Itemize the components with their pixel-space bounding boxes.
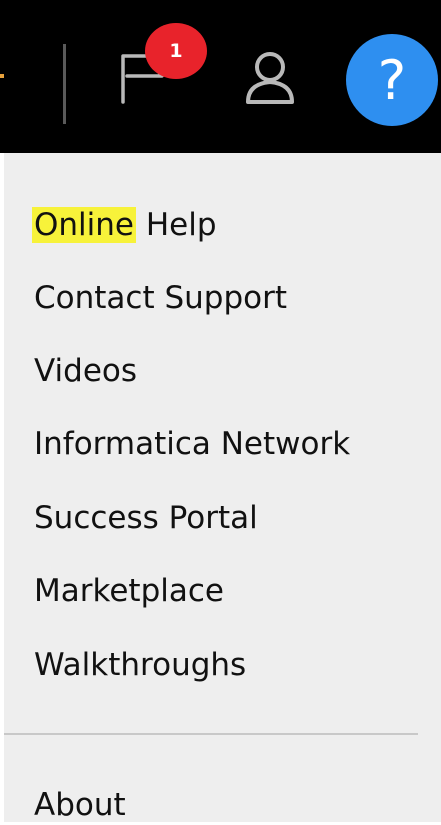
menu-item-about[interactable]: About	[34, 785, 126, 825]
menu-item-contact-support[interactable]: Contact Support	[34, 278, 287, 318]
menu-item-label: Help	[136, 207, 217, 243]
app-switcher-edge	[0, 74, 4, 78]
menu-item-videos[interactable]: Videos	[34, 351, 137, 391]
top-navigation-bar: 1 ?	[0, 0, 441, 153]
search-highlight: Online	[32, 207, 136, 243]
menu-item-marketplace[interactable]: Marketplace	[34, 571, 224, 611]
help-dropdown-menu: Online Help Contact Support Videos Infor…	[4, 153, 441, 825]
question-mark-icon: ?	[377, 48, 407, 112]
menu-item-success-portal[interactable]: Success Portal	[34, 498, 258, 538]
menu-item-walkthroughs[interactable]: Walkthroughs	[34, 645, 246, 685]
help-button[interactable]: ?	[346, 34, 438, 126]
notification-badge: 1	[145, 23, 207, 79]
menu-divider	[4, 733, 418, 735]
menu-item-online-help[interactable]: Online Help	[32, 205, 217, 245]
menu-item-informatica-network[interactable]: Informatica Network	[34, 424, 350, 464]
user-icon[interactable]	[244, 50, 296, 106]
toolbar-divider	[63, 44, 66, 124]
